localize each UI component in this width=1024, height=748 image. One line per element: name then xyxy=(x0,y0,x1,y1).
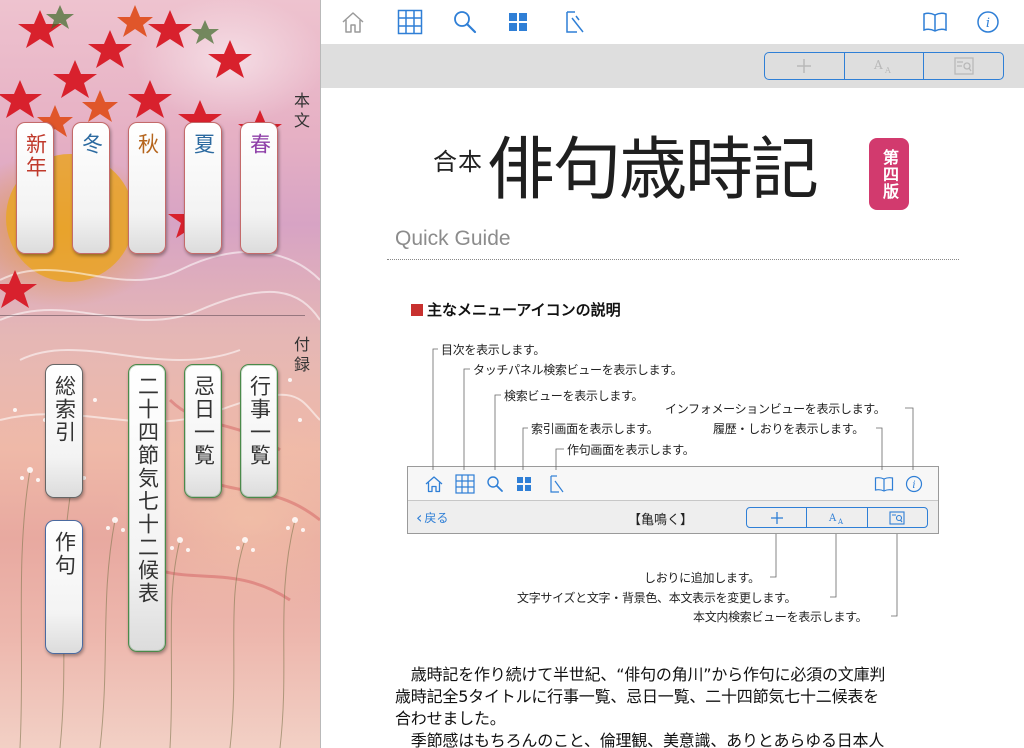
tab-kijitsu-label: 忌日一覧 xyxy=(191,375,216,467)
top-toolbar: i xyxy=(321,0,1024,44)
section-title: 主なメニューアイコンの説明 xyxy=(411,299,621,320)
svg-text:i: i xyxy=(986,16,990,31)
in-text-search-button[interactable] xyxy=(924,53,1003,79)
tab-general-index-label: 総索引 xyxy=(52,375,77,444)
plus-icon xyxy=(770,511,783,524)
text-size-icon: AA xyxy=(873,58,891,75)
intro-line: 季節感はもちろんのこと、倫理観、美意識、ありとあらゆる日本人 xyxy=(395,731,885,748)
svg-text:A: A xyxy=(828,513,837,524)
toolbar-illustration: i ‹ 戻る 【亀鳴く】 AA xyxy=(407,466,939,534)
tab-sakku-label: 作句 xyxy=(52,531,77,577)
text-size-icon: AA xyxy=(828,513,844,525)
annotation-compose: 作句画面を表示します。 xyxy=(567,443,695,457)
tab-aki-label: 秋 xyxy=(135,133,160,156)
tab-shinnen[interactable]: 新年 xyxy=(16,122,54,254)
index-icon xyxy=(517,477,531,491)
grid-icon xyxy=(455,474,475,494)
in-text-search-icon xyxy=(889,510,905,525)
segment-illustration: AA xyxy=(746,507,928,528)
compose-icon[interactable] xyxy=(561,8,589,36)
brand-title: 俳句歳時記 xyxy=(487,131,819,210)
annotation-index: 索引画面を表示します。 xyxy=(531,422,659,436)
svg-text:A: A xyxy=(873,58,883,72)
svg-text:i: i xyxy=(912,480,915,491)
appendix-label: 付録 xyxy=(291,336,310,376)
annotation-bookmark: しおりに追加します。 xyxy=(644,571,760,585)
index-icon[interactable] xyxy=(504,8,532,36)
book-icon[interactable] xyxy=(921,8,949,36)
tab-natsu[interactable]: 夏 xyxy=(184,122,222,254)
add-bookmark-button[interactable] xyxy=(765,53,845,79)
annotation-text-size: 文字サイズと文字・背景色、本文表示を変更します。 xyxy=(517,591,797,605)
tab-haru[interactable]: 春 xyxy=(240,122,278,254)
brand-subtitle: 合本 xyxy=(433,148,483,176)
grid-icon[interactable] xyxy=(396,8,424,36)
red-square-icon xyxy=(411,303,423,316)
search-icon xyxy=(487,476,503,492)
edition-badge: 第四版 xyxy=(869,138,909,210)
annotation-touch-panel: タッチパネル検索ビューを表示します。 xyxy=(473,363,683,377)
intro-line: 歳時記を作り続けて半世紀、“俳句の角川”から作句に必須の文庫判 xyxy=(395,665,886,684)
tab-fuyu[interactable]: 冬 xyxy=(72,122,110,254)
annotation-toc: 目次を表示します。 xyxy=(441,343,546,357)
text-size-button[interactable]: AA xyxy=(845,53,925,79)
svg-text:A: A xyxy=(884,66,891,75)
quick-guide-heading: Quick Guide xyxy=(395,227,511,250)
section-divider xyxy=(0,315,305,316)
table-of-contents-panel: 本文 付録 新年 冬 秋 夏 春 総索引 二十四節気七十二候表 忌日一覧 行事一… xyxy=(0,0,320,748)
tab-general-index[interactable]: 総索引 xyxy=(45,364,83,498)
plus-icon xyxy=(797,59,812,73)
tab-gyoji-label: 行事一覧 xyxy=(247,375,272,467)
entry-title-illustration: 【亀鳴く】 xyxy=(628,513,694,528)
heading-rule xyxy=(387,259,959,260)
chevron-left-icon: ‹ xyxy=(416,507,423,527)
annotation-in-text-search: 本文内検索ビューを表示します。 xyxy=(693,610,868,624)
tab-fuyu-label: 冬 xyxy=(79,133,104,156)
tab-shinnen-label: 新年 xyxy=(23,133,48,179)
intro-line: 歳時記全5タイトルに行事一覧、忌日一覧、二十四節気七十二候表を xyxy=(395,687,879,706)
annotation-history: 履歴・しおりを表示します。 xyxy=(713,422,864,436)
info-icon: i xyxy=(905,475,923,493)
home-icon xyxy=(425,476,443,493)
secondary-toolbar: AA xyxy=(321,44,1024,88)
in-text-search-icon xyxy=(954,57,974,75)
tab-kijitsu[interactable]: 忌日一覧 xyxy=(184,364,222,498)
home-icon[interactable] xyxy=(339,8,367,36)
tab-24-sekki-label: 二十四節気七十二候表 xyxy=(135,375,160,605)
tab-haru-label: 春 xyxy=(247,133,272,156)
tab-gyoji[interactable]: 行事一覧 xyxy=(240,364,278,498)
tab-sakku[interactable]: 作句 xyxy=(45,520,83,654)
main-text-label: 本文 xyxy=(291,92,310,132)
tab-natsu-label: 夏 xyxy=(191,133,216,156)
tab-aki[interactable]: 秋 xyxy=(128,122,166,254)
intro-line: 合わせました。 xyxy=(395,709,506,728)
intro-paragraph: 歳時記を作り続けて半世紀、“俳句の角川”から作句に必須の文庫判 歳時記全5タイト… xyxy=(395,664,955,748)
back-button-illustration: ‹ 戻る xyxy=(416,507,449,527)
search-icon[interactable] xyxy=(451,8,479,36)
svg-text:A: A xyxy=(837,518,844,525)
view-controls-segment: AA xyxy=(764,52,1004,80)
quick-guide-content: 合本 俳句歳時記 第四版 Quick Guide 主なメニューアイコンの説明 目… xyxy=(321,88,1024,748)
annotation-search: 検索ビューを表示します。 xyxy=(504,389,644,403)
tab-24-sekki[interactable]: 二十四節気七十二候表 xyxy=(128,364,166,652)
book-icon xyxy=(874,477,894,492)
annotation-info: インフォメーションビューを表示します。 xyxy=(665,402,886,416)
section-title-text: 主なメニューアイコンの説明 xyxy=(427,301,621,319)
info-icon[interactable]: i xyxy=(974,8,1002,36)
compose-icon xyxy=(550,475,564,493)
